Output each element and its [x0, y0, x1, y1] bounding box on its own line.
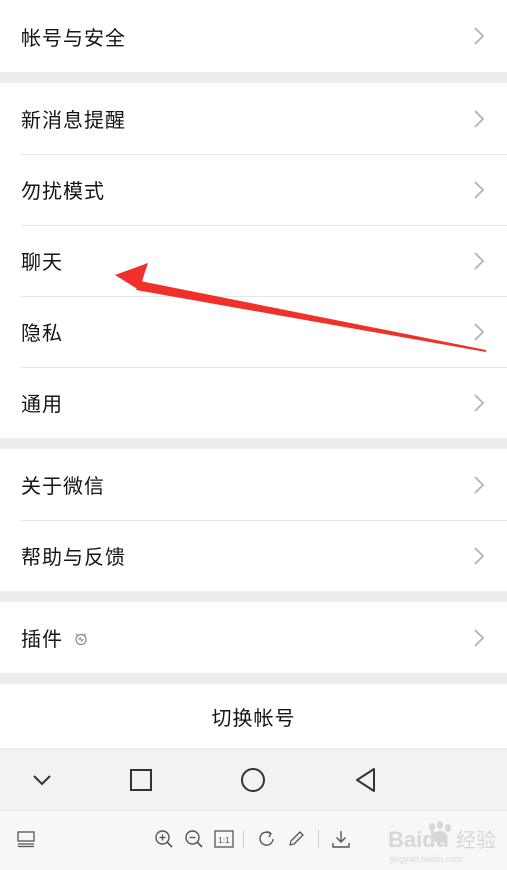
settings-row-chat[interactable]: 聊天: [0, 225, 507, 296]
chevron-right-icon: [474, 546, 485, 565]
settings-row-plugins[interactable]: 插件: [0, 602, 507, 673]
watermark-text: 经验: [456, 829, 496, 852]
chevron-right-icon: [474, 180, 485, 199]
chevron-right-icon: [474, 109, 485, 128]
chevron-right-icon: [474, 251, 485, 270]
actual-size-icon[interactable]: 1:1: [213, 828, 235, 850]
switch-account-button[interactable]: 切换帐号: [0, 684, 507, 748]
chevron-right-icon: [474, 27, 485, 45]
triangle-back-icon[interactable]: [348, 762, 384, 798]
group-divider: [0, 591, 507, 602]
settings-group-about: 关于微信 帮助与反馈: [0, 449, 507, 591]
settings-row-do-not-disturb[interactable]: 勿扰模式: [0, 154, 507, 225]
settings-row-new-message-alerts[interactable]: 新消息提醒: [0, 83, 507, 154]
circle-home-icon[interactable]: [235, 762, 271, 798]
row-label: 插件: [21, 627, 63, 651]
row-label: 关于微信: [21, 474, 105, 498]
system-navigation-bar: [0, 750, 507, 810]
row-label: 聊天: [21, 250, 63, 274]
settings-group-account: 帐号与安全: [0, 0, 507, 72]
toolbar-separator: [243, 830, 244, 848]
row-label: 帐号与安全: [21, 25, 126, 50]
group-divider: [0, 438, 507, 449]
download-icon[interactable]: [330, 828, 352, 850]
row-label: 帮助与反馈: [21, 545, 126, 569]
edit-icon[interactable]: [285, 828, 307, 850]
row-label: 隐私: [21, 321, 63, 345]
settings-row-privacy[interactable]: 隐私: [0, 296, 507, 367]
switch-account-label: 切换帐号: [211, 705, 296, 730]
chevron-right-icon: [474, 322, 485, 341]
actual-size-label: 1:1: [218, 835, 230, 845]
group-divider: [0, 72, 507, 83]
settings-row-account-security[interactable]: 帐号与安全: [0, 0, 507, 72]
toolbar-separator: [318, 830, 319, 848]
zoom-out-icon[interactable]: [183, 828, 205, 850]
settings-row-help-feedback[interactable]: 帮助与反馈: [0, 520, 507, 591]
watermark-url: jingyan.baidu.com: [389, 854, 463, 864]
row-label: 通用: [21, 392, 63, 416]
watermark: Baidu 经验 jingyan.baidu.com: [388, 821, 496, 864]
thumbnail-icon[interactable]: [15, 828, 37, 850]
row-label: 新消息提醒: [21, 108, 126, 132]
settings-row-general[interactable]: 通用: [0, 367, 507, 438]
row-label: 勿扰模式: [21, 179, 105, 203]
zoom-in-icon[interactable]: [153, 828, 175, 850]
chevron-down-icon[interactable]: [24, 762, 60, 798]
settings-group-plugins: 插件: [0, 602, 507, 673]
settings-screen: 帐号与安全 新消息提醒 勿扰模式 聊天 隐私 通用 关于微信 帮助与反馈 插件 …: [0, 0, 507, 870]
rotate-icon[interactable]: [256, 828, 278, 850]
square-recent-icon[interactable]: [123, 762, 159, 798]
settings-group-main: 新消息提醒 勿扰模式 聊天 隐私 通用: [0, 83, 507, 438]
settings-row-about-wechat[interactable]: 关于微信: [0, 449, 507, 520]
plugin-gear-icon: [75, 633, 87, 645]
group-divider: [0, 673, 507, 684]
chevron-right-icon: [474, 475, 485, 494]
chevron-right-icon: [474, 628, 485, 647]
chevron-right-icon: [474, 393, 485, 412]
